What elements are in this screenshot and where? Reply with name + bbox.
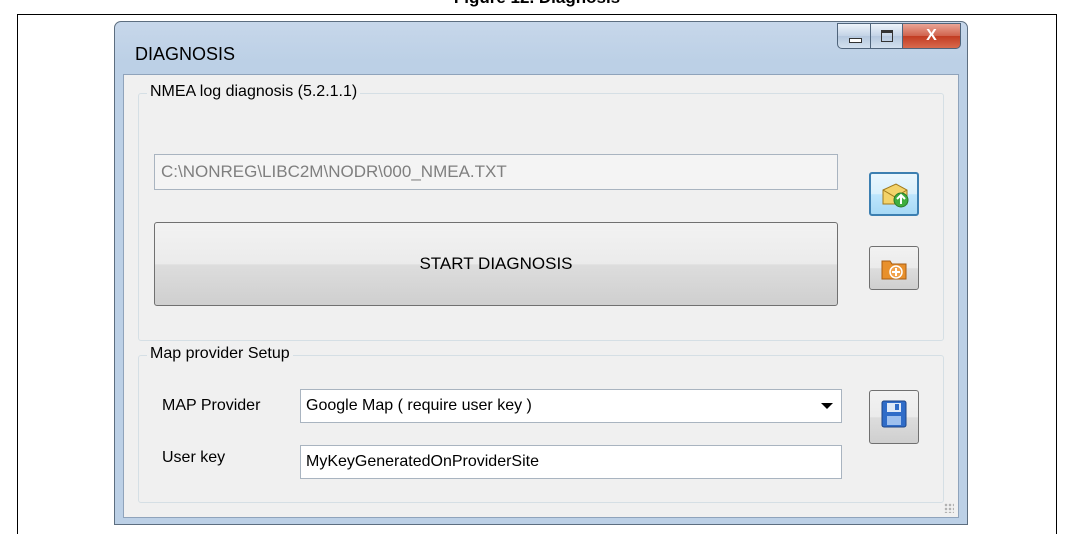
close-button[interactable]: X	[903, 23, 961, 49]
folder-add-icon	[881, 260, 907, 280]
window-client-area: NMEA log diagnosis (5.2.1.1) C:\NONREG\L…	[123, 74, 959, 518]
user-key-label: User key	[162, 449, 226, 466]
map-provider-label: MAP Provider	[162, 397, 261, 414]
window-title: DIAGNOSIS	[135, 44, 236, 64]
open-file-button[interactable]	[869, 172, 919, 216]
map-provider-select[interactable]: Google Map ( require user key )	[300, 389, 842, 423]
figure-caption: Figure 12. Diagnosis	[0, 0, 1074, 8]
diagnosis-window: DIAGNOSIS X NMEA log diagnosis (5.2.1.1)…	[114, 21, 968, 525]
map-group-label: Map provider Setup	[147, 345, 293, 363]
minimize-icon	[849, 38, 862, 43]
chevron-down-icon	[821, 403, 833, 409]
add-folder-button[interactable]	[869, 246, 919, 290]
save-icon	[881, 400, 907, 428]
open-file-icon	[882, 183, 909, 208]
window-controls: X	[837, 23, 961, 49]
nmea-group-label: NMEA log diagnosis (5.2.1.1)	[147, 83, 361, 101]
user-key-field[interactable]: MyKeyGeneratedOnProviderSite	[300, 445, 842, 479]
resize-grip[interactable]	[944, 503, 954, 513]
start-diagnosis-button[interactable]: START DIAGNOSIS	[154, 222, 838, 306]
maximize-button[interactable]	[871, 23, 903, 49]
map-provider-group: Map provider Setup	[138, 345, 944, 503]
map-provider-value: Google Map ( require user key )	[306, 397, 532, 414]
minimize-button[interactable]	[837, 23, 871, 49]
nmea-file-path-field[interactable]: C:\NONREG\LIBC2M\NODR\000_NMEA.TXT	[154, 154, 838, 190]
maximize-icon	[881, 30, 893, 42]
save-button[interactable]	[869, 390, 919, 444]
